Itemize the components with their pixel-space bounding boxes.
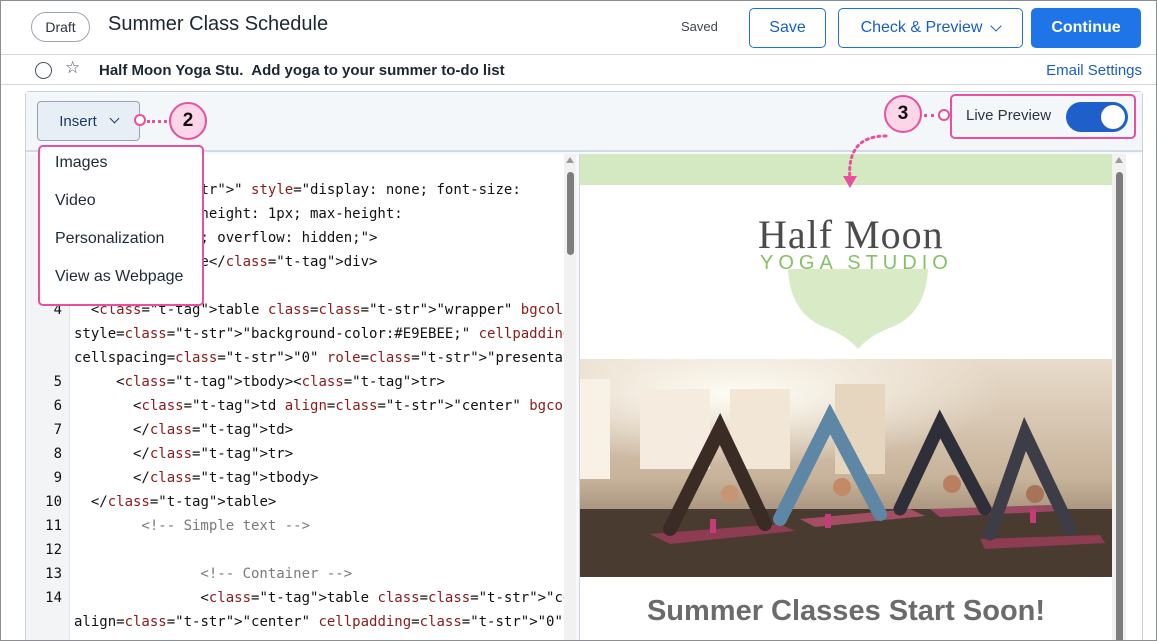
line-number: 6 [53,398,62,414]
save-button-label: Save [769,19,806,36]
from-name: Half Moon Yoga Stu. [99,62,244,79]
toggle-knob [1101,105,1125,129]
code-line[interactable]: </class="t-tag">tbody> [74,470,318,486]
menu-item-view-as-webpage[interactable]: View as Webpage [55,268,183,286]
logo-title: Half Moon [758,212,944,257]
line-number: 12 [45,542,62,558]
email-editor-window: Draft Summer Class Schedule Saved Save C… [0,0,1157,641]
live-preview-label: Live Preview [966,107,1052,124]
line-number: 14 [45,590,62,606]
code-line[interactable]: <class="t-tag">table class=class="t-str"… [74,590,564,606]
from-and-subject: Half Moon Yoga Stu. Add yoga to your sum… [99,62,505,79]
preview-heading[interactable]: Summer Classes Start Soon! [580,595,1112,628]
callout-anchor-dot [134,114,146,126]
email-settings-link[interactable]: Email Settings [1046,62,1142,79]
line-number: 5 [53,374,62,390]
code-line[interactable]: </class="t-tag">tr> [74,446,293,462]
header-bar: Draft Summer Class Schedule Saved Save C… [1,1,1156,55]
line-number: 10 [45,494,62,510]
insert-dropdown-button[interactable]: Insert [37,101,140,141]
continue-button[interactable]: Continue [1031,8,1141,48]
draft-status-badge: Draft [31,12,90,42]
line-number: 11 [45,518,62,534]
live-preview-toggle[interactable] [1066,102,1128,132]
insert-label: Insert [59,112,97,130]
callout-step-2: 2 [169,102,207,140]
line-number: 13 [45,566,62,582]
line-number: 7 [53,422,62,438]
line-number: 9 [53,470,62,486]
saved-status: Saved [681,19,718,34]
subject-line: Add yoga to your summer to-do list [251,62,505,79]
code-line[interactable]: <!-- Container --> [74,566,352,582]
radio-circle-icon[interactable] [35,62,52,79]
callout-arrow [843,134,888,188]
code-editor-panel: Insert 2 3 Live Preview 4 5 6 7 8 9 10 11 12 13 14… [25,91,1143,640]
menu-item-video[interactable]: Video [55,192,96,210]
continue-button-label: Continue [1051,19,1121,36]
code-line[interactable]: </class="t-tag">td> [74,422,293,438]
save-button[interactable]: Save [749,8,826,48]
live-preview-pane[interactable]: Half Moon YOGA STUDIO Summer Classes Sta… [579,154,1142,640]
menu-item-personalization[interactable]: Personalization [55,230,164,248]
chevron-down-icon [990,19,1003,32]
code-line[interactable]: cellspacing=class="t-str">"0" role=class… [74,350,564,366]
preview-logo-block[interactable]: Half Moon YOGA STUDIO [580,185,1112,359]
callout-connector [147,120,167,123]
editor-toolbar: Insert 2 3 Live Preview [26,92,1142,152]
scroll-up-arrow-icon[interactable] [566,157,574,163]
email-subject-row: ☆ Half Moon Yoga Stu. Add yoga to your s… [1,56,1156,85]
chevron-down-icon [109,113,120,124]
code-line[interactable]: <class="t-tag">tbody><class="t-tag">tr> [74,374,445,390]
callout-anchor-dot [938,109,950,121]
scroll-up-arrow-icon[interactable] [1115,157,1123,163]
check-preview-label: Check & Preview [860,19,983,36]
code-line[interactable]: </class="t-tag">table> [74,494,276,510]
preview-scrollbar-thumb[interactable] [1116,172,1123,640]
code-line[interactable]: <!-- Simple text --> [74,518,310,534]
code-line[interactable]: align=class="t-str">"center" cellpadding… [74,614,564,630]
email-title[interactable]: Summer Class Schedule [108,13,328,36]
star-icon[interactable]: ☆ [65,58,80,78]
callout-step-3: 3 [884,95,922,133]
insert-dropdown-menu: Images Video Personalization View as Web… [38,145,204,306]
yoga-class-photo[interactable] [580,359,1112,577]
menu-item-images[interactable]: Images [55,154,107,172]
logo-subtitle: YOGA STUDIO [760,252,953,274]
line-number: 8 [53,446,62,462]
live-preview-control: Live Preview [950,94,1136,139]
code-line[interactable]: <class="t-tag">td align=class="t-str">"c… [74,398,564,414]
code-scrollbar-thumb[interactable] [567,172,574,255]
code-line[interactable]: style=class="t-str">"background-color:#E… [74,326,564,342]
check-preview-button[interactable]: Check & Preview [838,8,1023,48]
